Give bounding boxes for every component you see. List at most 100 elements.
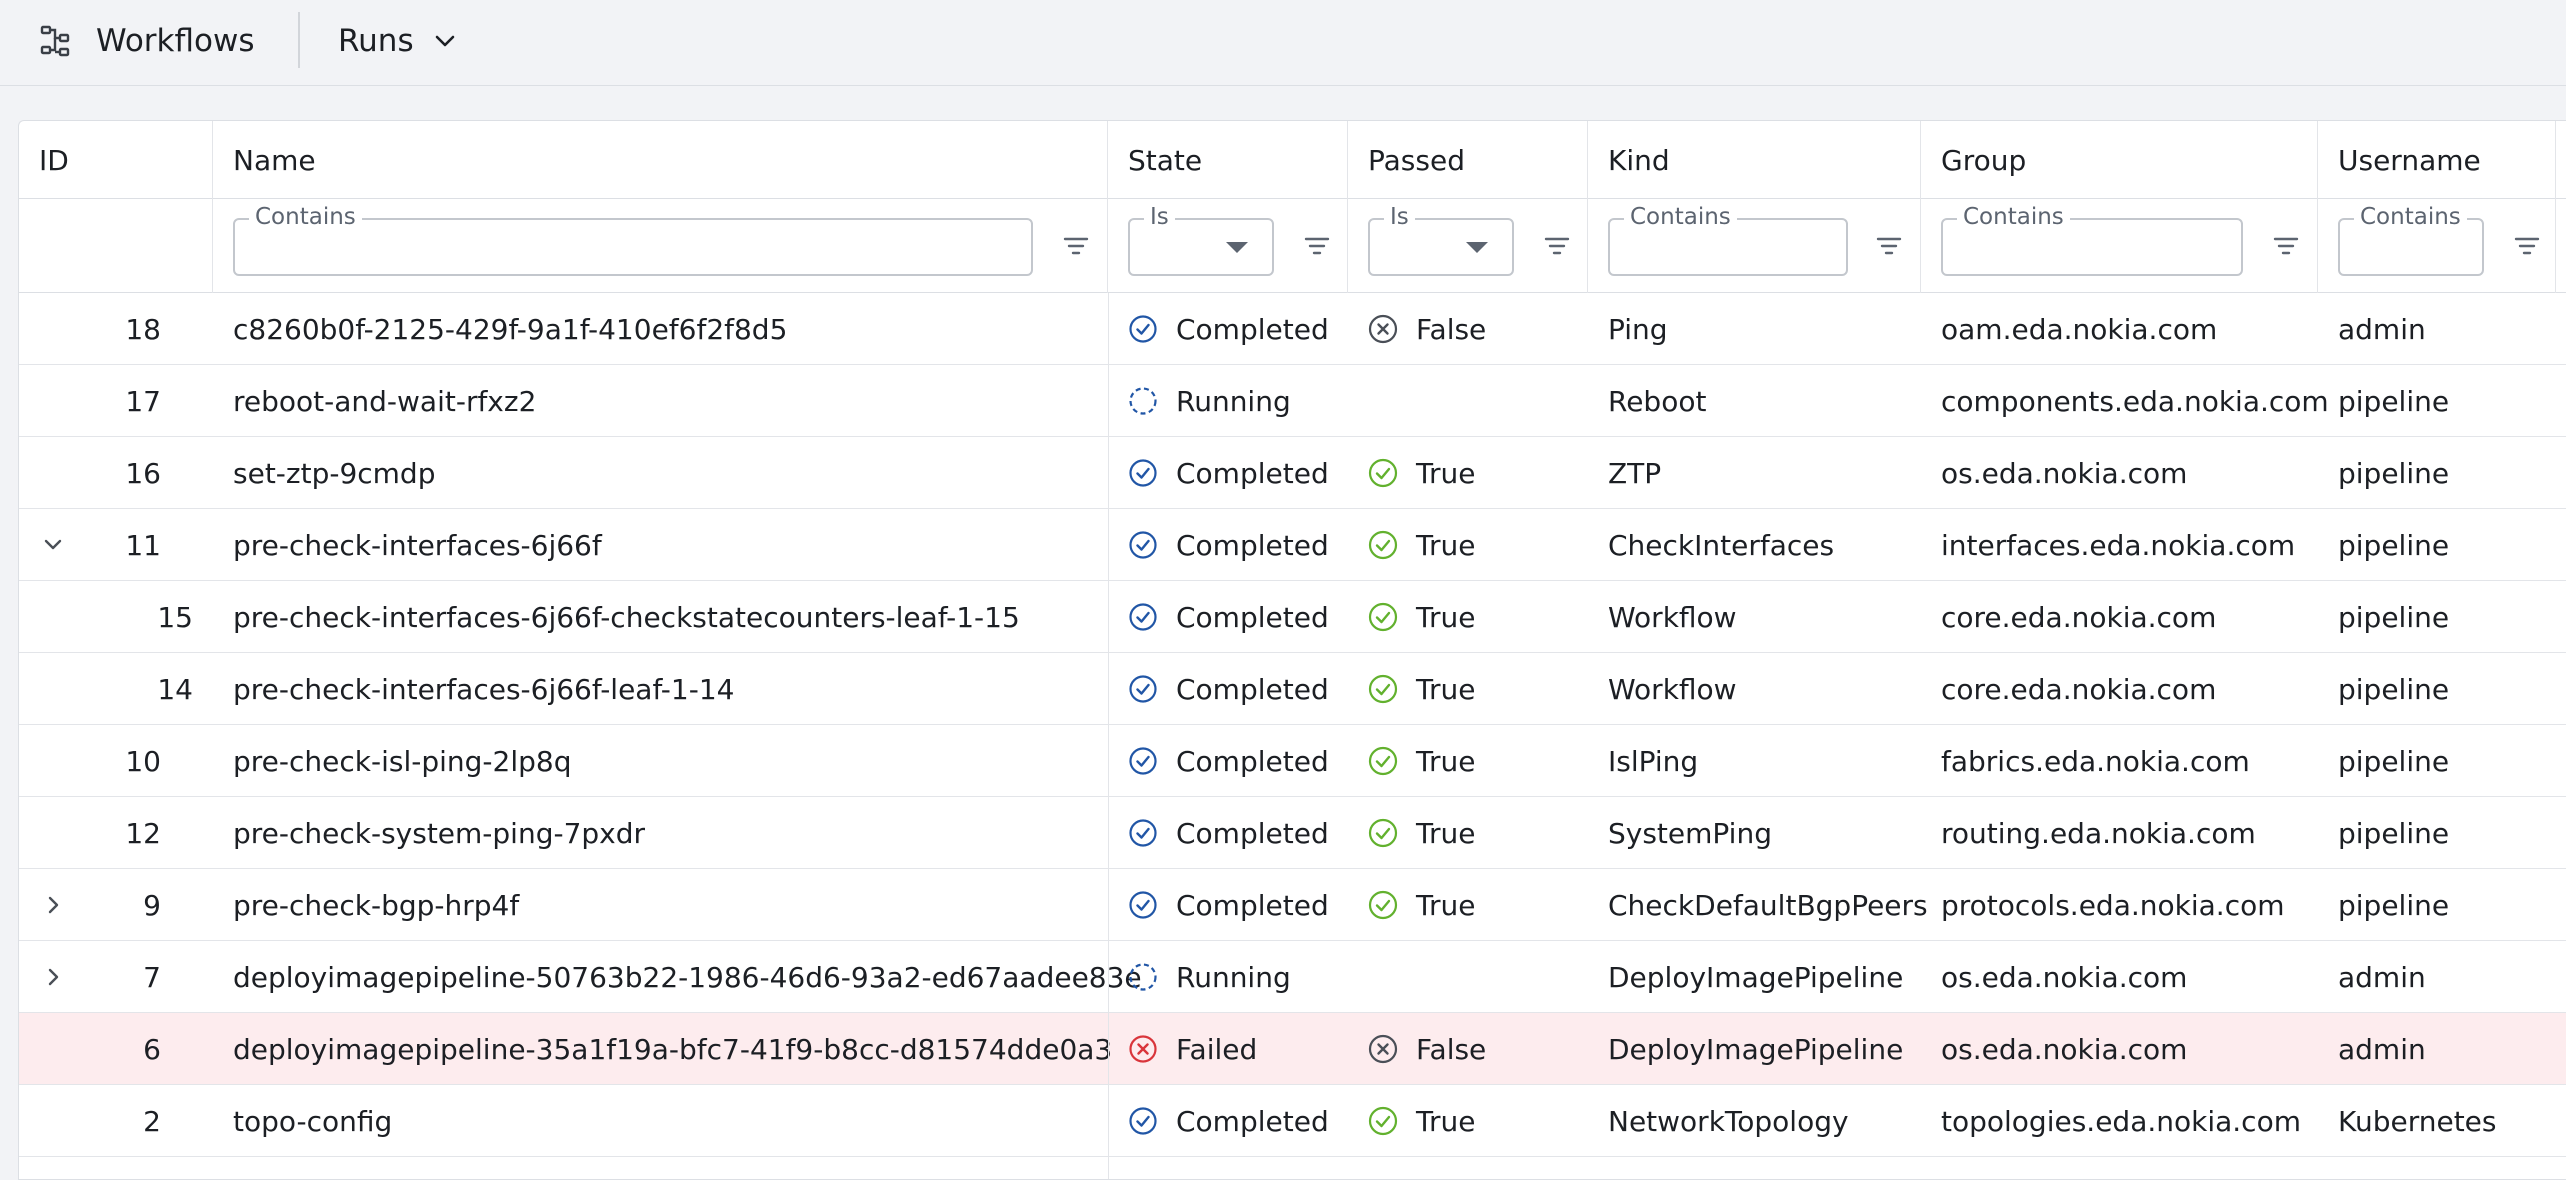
state-cell: Completed [1128,581,1348,653]
kind-filter-input[interactable]: Contains [1608,204,1848,276]
group-cell: protocols.eda.nokia.com [1941,888,2285,922]
passed-cell: True [1368,581,1588,653]
state-cell: Completed [1128,869,1348,941]
passed-cell [1368,941,1588,1013]
table-row[interactable]: 17 reboot-and-wait-rfxz2 Running Reboot comp… [19,365,2566,437]
filter-icon[interactable] [2271,231,2301,261]
state-cell: Completed [1128,437,1348,509]
filter-cell-state: Is [1108,199,1348,293]
passed-filter-label: Is [1384,204,1415,230]
filter-icon[interactable] [1061,231,1091,261]
username-cell: pipeline [2338,528,2450,562]
check-circle-icon [1368,458,1398,488]
state-cell: Completed [1128,725,1348,797]
passed-cell: True [1368,437,1588,509]
running-dashed-circle-icon [1129,387,1157,415]
state-label: Running [1176,960,1291,994]
state-cell: Running [1128,941,1348,1013]
x-circle-icon [1368,1034,1398,1064]
name-cell: pre-check-isl-ping-2lp8q [233,744,572,778]
running-dashed-circle-icon [1129,963,1157,991]
id-cell: 2 [143,1104,161,1138]
id-cell: 7 [143,960,161,994]
column-header-username[interactable]: Username [2318,121,2556,199]
kind-cell: Workflow [1608,600,1737,634]
name-cell: deployimagepipeline-50763b22-1986-46d6-9… [233,960,1142,994]
column-header-name[interactable]: Name [213,121,1108,199]
state-cell: Running [1128,365,1348,437]
state-cell: Completed [1128,797,1348,869]
id-cell: 17 [125,384,161,418]
runs-menu[interactable]: Runs [338,19,458,63]
table-row[interactable]: 10 pre-check-isl-ping-2lp8q Completed True I… [19,725,2566,797]
divider [298,12,300,68]
filter-icon[interactable] [1302,231,1332,261]
table-row[interactable]: 12 pre-check-system-ping-7pxdr Completed Tr… [19,797,2566,869]
id-cell: 6 [143,1032,161,1066]
table-row[interactable]: 9 pre-check-bgp-hrp4f Completed True CheckDe… [19,869,2566,941]
username-filter-label: Contains [2354,204,2467,230]
x-circle-icon [1368,314,1398,344]
username-cell: pipeline [2338,672,2450,706]
state-label: Completed [1176,672,1329,706]
state-label: Running [1176,384,1291,418]
check-circle-icon [1129,747,1157,775]
state-cell: Completed [1128,293,1348,365]
column-header-group[interactable]: Group [1921,121,2318,199]
check-circle-icon [1129,891,1157,919]
username-cell: Kubernetes [2338,1104,2497,1138]
passed-cell: True [1368,1085,1588,1157]
check-circle-icon [1368,674,1398,704]
caret-down-icon [1226,242,1248,253]
column-header-passed[interactable]: Passed [1348,121,1588,199]
id-cell: 18 [125,312,161,346]
passed-cell: True [1368,653,1588,725]
check-circle-icon [1368,530,1398,560]
check-circle-icon [1129,315,1157,343]
filter-icon[interactable] [1874,231,1904,261]
passed-cell: True [1368,797,1588,869]
runs-table: ID Name State Passed Kind Group Username… [18,120,2566,1180]
filter-cell-kind: Contains [1588,199,1921,293]
filter-icon[interactable] [2512,231,2542,261]
passed-label: False [1416,1032,1487,1066]
state-label: Failed [1176,1032,1258,1066]
name-filter-input[interactable]: Contains [233,204,1033,276]
column-header-kind[interactable]: Kind [1588,121,1921,199]
table-row[interactable]: 18 c8260b0f-2125-429f-9a1f-410ef6f2f8d5 Co… [19,293,2566,365]
name-cell: pre-check-interfaces-6j66f [233,528,602,562]
table-row[interactable]: 2 topo-config Completed True NetworkTopology… [19,1085,2566,1157]
state-cell: Completed [1128,509,1348,581]
table-row[interactable]: 7 deployimagepipeline-50763b22-1986-46d6-… [19,941,2566,1013]
table-row[interactable]: 16 set-ztp-9cmdp Completed True ZTP os.eda.no… [19,437,2566,509]
table-row[interactable]: 15 pre-check-interfaces-6j66f-checkstatec… [19,581,2566,653]
passed-cell: False [1368,1013,1588,1085]
group-cell: os.eda.nokia.com [1941,456,2188,490]
state-cell: Completed [1128,1085,1348,1157]
column-header-id[interactable]: ID [19,121,213,199]
check-circle-icon [1368,890,1398,920]
table-row[interactable]: 6 deployimagepipeline-35a1f19a-bfc7-41f9-… [19,1013,2566,1085]
state-cell: Failed [1128,1013,1348,1085]
state-filter-select[interactable]: Is [1128,204,1274,276]
group-cell: interfaces.eda.nokia.com [1941,528,2296,562]
kind-cell: IslPing [1608,744,1699,778]
username-filter-input[interactable]: Contains [2338,204,2484,276]
passed-filter-select[interactable]: Is [1368,204,1514,276]
group-cell: fabrics.eda.nokia.com [1941,744,2250,778]
filter-icon[interactable] [1542,231,1572,261]
id-cell: 15 [157,600,193,634]
table-row[interactable]: 11 pre-check-interfaces-6j66f Completed Tru… [19,509,2566,581]
username-cell: pipeline [2338,384,2450,418]
kind-cell: Reboot [1608,384,1707,418]
column-header-state[interactable]: State [1108,121,1348,199]
table-row[interactable]: 14 pre-check-interfaces-6j66f-leaf-1-14 Co… [19,653,2566,725]
passed-cell: True [1368,509,1588,581]
group-cell: core.eda.nokia.com [1941,672,2217,706]
name-cell: topo-config [233,1104,393,1138]
passed-cell: False [1368,293,1588,365]
state-label: Completed [1176,888,1329,922]
state-filter-label: Is [1144,204,1175,230]
top-bar: Workflows Runs [0,0,2566,86]
group-filter-input[interactable]: Contains [1941,204,2243,276]
